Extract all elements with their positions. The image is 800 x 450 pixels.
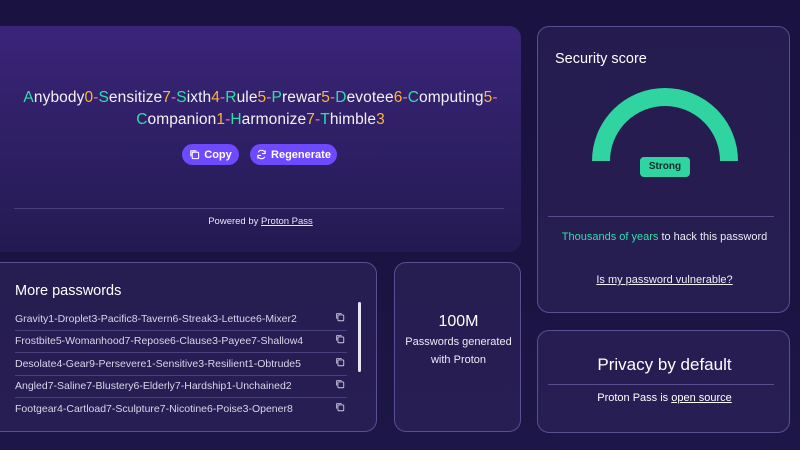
- password-list-text: Angled7-Saline7-Blustery6-Elderly7-Hards…: [15, 380, 292, 392]
- password-list-text: Footgear4-Cartload7-Sculpture7-Nicotine6…: [15, 403, 293, 415]
- crack-time-value: Thousands of years: [561, 231, 659, 243]
- regenerate-label: Regenerate: [271, 148, 331, 161]
- password-word: Computing: [407, 89, 484, 106]
- divider: [15, 352, 347, 353]
- password-vulnerable-link[interactable]: Is my password vulnerable?: [538, 274, 791, 286]
- copy-icon[interactable]: [335, 402, 345, 412]
- security-score-title: Security score: [555, 51, 647, 67]
- password-digit: 5: [321, 89, 330, 106]
- copy-label: Copy: [204, 148, 232, 161]
- more-passwords-card: More passwords Gravity1-Droplet3-Pacific…: [0, 262, 377, 432]
- password-word: Sixth: [176, 89, 212, 106]
- password-list-item[interactable]: Footgear4-Cartload7-Sculpture7-Nicotine6…: [15, 399, 345, 421]
- password-list-item[interactable]: Angled7-Saline7-Blustery6-Elderly7-Hards…: [15, 376, 347, 398]
- password-word: Prewar: [271, 89, 322, 106]
- password-word: Devotee: [335, 89, 394, 106]
- strength-gauge: [592, 88, 738, 162]
- generated-password-line-2: Companion1-Harmonize7-Thimble3: [0, 111, 521, 129]
- stat-description: Passwords generated with Proton: [405, 336, 512, 366]
- password-generator-card: Anybody0-Sensitize7-Sixth4-Rule5-Prewar5…: [0, 26, 521, 252]
- password-digit: 0: [84, 89, 94, 106]
- password-word: Rule: [225, 89, 258, 106]
- copy-icon: [190, 150, 200, 160]
- open-source-link[interactable]: open source: [671, 392, 732, 404]
- privacy-card: Privacy by default Proton Pass is open s…: [537, 330, 790, 433]
- regenerate-button[interactable]: Regenerate: [250, 144, 337, 165]
- proton-pass-link[interactable]: Proton Pass: [261, 216, 313, 227]
- crack-time-suffix: to hack this password: [661, 231, 768, 243]
- password-digit: 5: [257, 89, 267, 106]
- strength-badge: Strong: [640, 157, 690, 177]
- password-digit: 3: [376, 111, 385, 128]
- password-word: Harmonize: [230, 111, 307, 128]
- privacy-text: Proton Pass is open source: [538, 392, 791, 404]
- password-list-text: Gravity1-Droplet3-Pacific8-Tavern6-Strea…: [15, 313, 297, 325]
- powered-by: Powered by Proton Pass: [0, 216, 521, 227]
- copy-icon[interactable]: [335, 379, 345, 389]
- password-list-item[interactable]: Frostbite5-Womanhood7-Repose6-Clause3-Pa…: [15, 331, 347, 353]
- password-word: Sensitize: [98, 89, 163, 106]
- copy-icon[interactable]: [335, 334, 345, 344]
- divider: [548, 384, 774, 385]
- divider: [14, 208, 504, 209]
- password-list-item[interactable]: Desolate4-Gear9-Persevere1-Sensitive3-Re…: [15, 354, 347, 376]
- refresh-icon: [257, 149, 266, 160]
- copy-button[interactable]: Copy: [182, 144, 239, 165]
- password-separator: -: [492, 89, 498, 106]
- password-digit: 4: [211, 89, 220, 106]
- password-list-text: Frostbite5-Womanhood7-Repose6-Clause3-Pa…: [15, 335, 304, 347]
- password-digit: 5: [483, 89, 493, 106]
- generated-password-line-1: Anybody0-Sensitize7-Sixth4-Rule5-Prewar5…: [0, 89, 521, 107]
- stat-number: 100M: [438, 313, 479, 330]
- password-list-item[interactable]: Gravity1-Droplet3-Pacific8-Tavern6-Strea…: [15, 309, 347, 331]
- security-score-card: Security score Strong Thousands of years…: [537, 26, 790, 313]
- copy-icon[interactable]: [335, 357, 345, 367]
- passwords-stat-card: 100M Passwords generated with Proton: [394, 262, 521, 432]
- password-word: Companion: [136, 111, 217, 128]
- password-word: Anybody: [23, 89, 85, 106]
- divider: [548, 216, 774, 217]
- password-list-text: Desolate4-Gear9-Persevere1-Sensitive3-Re…: [15, 358, 301, 370]
- privacy-text-prefix: Proton Pass is: [597, 392, 669, 404]
- scrollbar[interactable]: [358, 302, 361, 372]
- password-word: Thimble: [320, 111, 377, 128]
- crack-time-text: Thousands of years to hack this password: [538, 229, 791, 246]
- privacy-title: Privacy by default: [597, 355, 732, 374]
- more-passwords-title: More passwords: [15, 283, 122, 299]
- password-digit: 1: [216, 111, 226, 128]
- powered-by-text: Powered by: [208, 216, 259, 227]
- password-digit: 7: [306, 111, 315, 128]
- password-digit: 7: [162, 89, 172, 106]
- divider: [15, 397, 347, 398]
- copy-icon[interactable]: [335, 312, 345, 322]
